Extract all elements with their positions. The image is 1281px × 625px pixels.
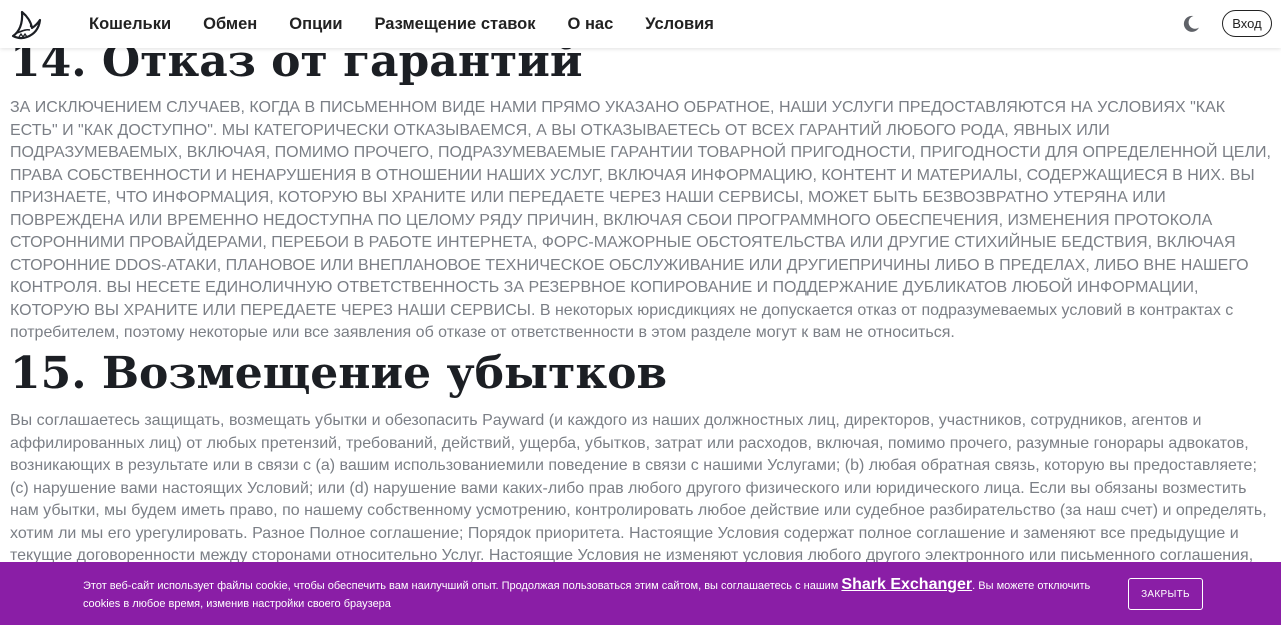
cookie-policy-link[interactable]: Shark Exchanger [841, 576, 972, 593]
moon-icon[interactable] [1180, 13, 1202, 35]
nav-item-terms[interactable]: Условия [645, 15, 714, 34]
cookie-banner: Этот веб-сайт использует файлы cookie, ч… [0, 562, 1281, 625]
nav-item-exchange[interactable]: Обмен [203, 15, 257, 34]
shark-logo-icon[interactable] [9, 6, 45, 42]
section-body-14: ЗА ИСКЛЮЧЕНИЕМ СЛУЧАЕВ, КОГДА В ПИСЬМЕНН… [10, 99, 1271, 341]
main-nav: Кошельки Обмен Опции Размещение ставок О… [89, 0, 746, 48]
section-title-15: 15. Возмещение убытков [10, 348, 668, 399]
nav-item-staking[interactable]: Размещение ставок [375, 15, 536, 34]
cookie-message: Этот веб-сайт использует файлы cookie, ч… [83, 576, 1093, 613]
section-body-15: Вы соглашаетесь защищать, возмещать убыт… [10, 412, 1267, 564]
login-button[interactable]: Вход [1222, 10, 1272, 37]
cookie-text-before: Этот веб-сайт использует файлы cookie, ч… [83, 580, 842, 592]
top-navbar: Кошельки Обмен Опции Размещение ставок О… [0, 0, 1281, 48]
page: 14. Отказ от гарантий ЗА ИСКЛЮЧЕНИЕМ СЛУ… [0, 0, 1281, 625]
nav-item-options[interactable]: Опции [289, 15, 342, 34]
cookie-close-button[interactable]: ЗАКРЫТЬ [1128, 578, 1203, 610]
nav-item-wallets[interactable]: Кошельки [89, 15, 171, 34]
nav-item-about[interactable]: О нас [568, 15, 614, 34]
